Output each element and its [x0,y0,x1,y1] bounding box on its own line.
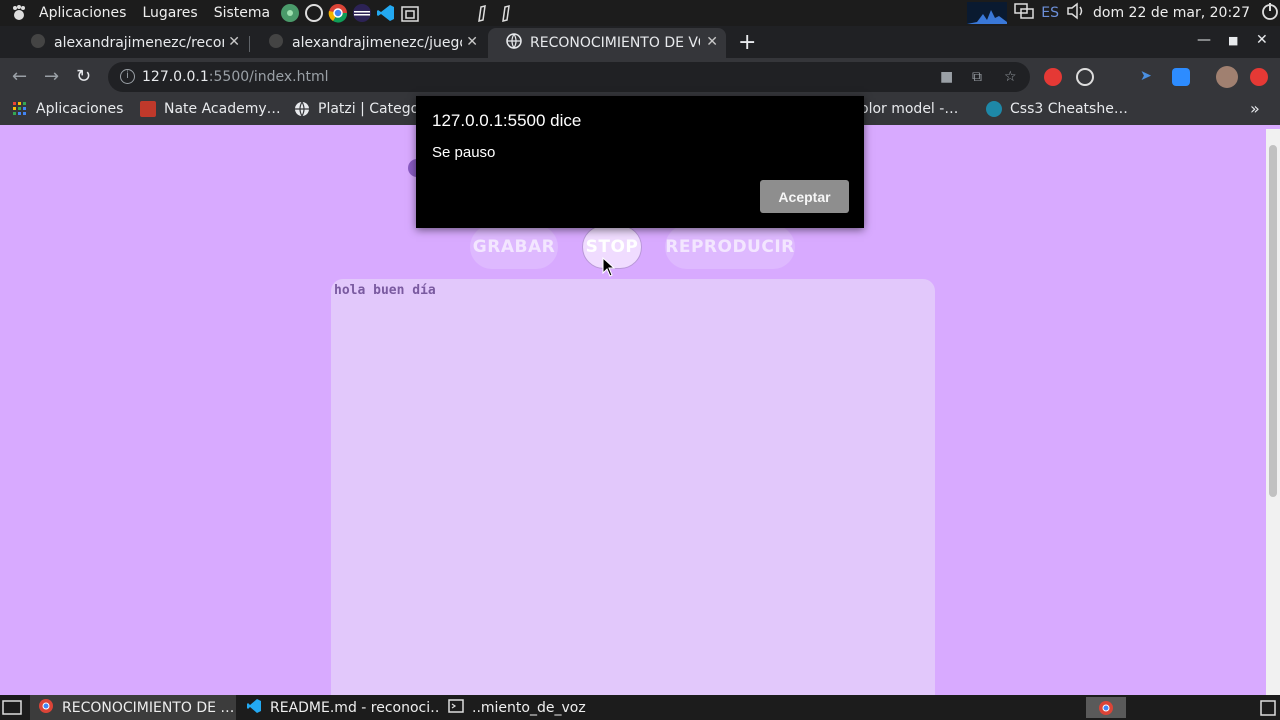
close-tab-icon[interactable]: ✕ [228,34,240,50]
alert-dialog: 127.0.0.1:5500 dice Se pauso Aceptar [416,96,864,228]
apps-grid-icon [12,101,28,117]
workspace-switcher[interactable] [1086,697,1126,718]
system-monitor-graph [967,2,1008,24]
reload-icon[interactable]: ↻ [76,66,91,87]
url-path: :5500/index.html [208,69,329,85]
minimize-icon[interactable]: — [1197,32,1211,48]
chrome-icon [38,698,54,718]
task-label: README.md - reconoci… [270,699,438,716]
camera-icon[interactable]: ■ [940,69,953,85]
chrome-icon[interactable] [327,2,349,24]
trash-icon[interactable] [1258,698,1278,720]
refresh-app-icon[interactable] [303,2,325,24]
close-window-icon[interactable]: ✕ [1256,32,1268,48]
network-icon[interactable] [1013,1,1035,25]
task-label: RECONOCIMIENTO DE … [62,699,235,716]
bookmark-label: olor model -… [860,101,959,117]
dialog-message: Se pauso [432,144,496,161]
task-label: ..miento_de_voz [472,699,586,716]
forward-icon[interactable]: → [44,66,59,87]
terminal-icon [448,698,464,718]
bookmark-label: Css3 Cheatshe… [1010,101,1128,117]
bookmark-platzi[interactable]: Platzi | Catego [294,101,420,118]
bookmark-color-model[interactable]: olor model -… [860,101,958,117]
menu-applications[interactable]: Aplicaciones [31,0,134,26]
tab-title: alexandrajimenezc/juego [292,35,462,51]
menu-system[interactable]: Sistema [206,0,278,26]
extension-target-icon[interactable] [1076,68,1094,86]
top-panel: Aplicaciones Lugares Sistema ES dom 22 d… [0,0,1280,26]
bookmark-nate-academy[interactable]: Nate Academy… [140,101,281,117]
gnome-foot-icon[interactable] [8,2,30,24]
bookmark-label: Aplicaciones [36,101,124,117]
css3-icon [986,101,1002,117]
atom-icon[interactable] [279,2,301,24]
accept-button[interactable]: Aceptar [760,180,849,213]
scrollbar-thumb[interactable] [1269,145,1277,497]
github-icon [30,33,46,53]
keyboard-layout-indicator[interactable]: ES [1041,5,1059,21]
dialog-title: 127.0.0.1:5500 dice [432,111,582,130]
bookmark-css3-cheatsheet[interactable]: Css3 Cheatshe… [986,101,1128,117]
url-host: 127.0.0.1 [142,69,209,85]
bookmarks-overflow-chevron-icon[interactable]: » [1250,99,1260,118]
translate-icon[interactable]: ⧉ [972,69,982,85]
chrome-icon [1099,700,1113,715]
eclipse-icon[interactable] [351,2,373,24]
tab-strip: alexandrajimenezc/recon ✕ alexandrajimen… [0,26,1280,58]
mouse-pointer-icon [602,257,616,277]
bottom-taskbar: RECONOCIMIENTO DE … README.md - reconoci… [0,695,1280,720]
maximize-icon[interactable]: ■ [1228,34,1238,47]
browser-toolbar: ← → ↻ i 127.0.0.1:5500/index.html ■ ⧉ ☆ … [0,58,1280,96]
pen-alt-icon[interactable] [496,2,518,24]
play-button[interactable]: REPRODUCIR [665,225,795,269]
address-bar[interactable]: i 127.0.0.1:5500/index.html ■ ⧉ ☆ [108,62,1030,92]
globe-icon [506,33,522,53]
tab-reconocimiento[interactable]: RECONOCIMIENTO DE VO ✕ [488,28,726,58]
vscode-icon [246,698,262,718]
nate-academy-icon [140,101,156,117]
bookmark-label: Nate Academy… [164,101,281,117]
extension-red-icon[interactable] [1044,68,1062,86]
tab-github-juego[interactable]: alexandrajimenezc/juego ✕ [250,28,486,58]
back-icon[interactable]: ← [12,66,27,87]
zoom-extension-icon[interactable] [1172,68,1190,86]
record-button[interactable]: GRABAR [470,225,558,269]
menu-places[interactable]: Lugares [134,0,205,26]
bookmark-label: Platzi | Catego [318,101,420,117]
page-scrollbar[interactable] [1266,129,1280,695]
avatar[interactable] [1216,66,1238,88]
clock[interactable]: dom 22 de mar, 20:27 [1093,5,1254,21]
power-icon[interactable] [1260,1,1280,25]
close-tab-icon[interactable]: ✕ [706,34,718,50]
task-vscode-readme[interactable]: README.md - reconoci… [238,695,438,720]
tab-title: RECONOCIMIENTO DE VO [530,35,700,51]
show-desktop-icon[interactable] [2,699,22,720]
extension-cursor-icon[interactable]: ➤ [1140,68,1158,86]
tab-github-recon[interactable]: alexandrajimenezc/recon ✕ [12,28,248,58]
volume-icon[interactable] [1065,1,1087,25]
bookmark-apps[interactable]: Aplicaciones [12,101,123,117]
globe-icon [294,101,310,118]
vscode-icon[interactable] [375,2,397,24]
github-icon [268,33,284,53]
task-terminal[interactable]: ..miento_de_voz [440,695,640,720]
pen-icon[interactable] [472,2,494,24]
new-tab-button[interactable]: + [738,30,756,55]
info-icon[interactable]: i [120,69,135,84]
update-icon[interactable] [1250,68,1268,86]
task-chrome-reconocimiento[interactable]: RECONOCIMIENTO DE … [30,695,236,720]
tab-title: alexandrajimenezc/recon [54,35,224,51]
close-tab-icon[interactable]: ✕ [466,34,478,50]
screenshot-icon[interactable] [399,2,421,24]
bookmark-star-icon[interactable]: ☆ [1004,69,1017,85]
transcript-textarea[interactable]: hola buen día [331,279,935,695]
workspace-empty[interactable] [1128,697,1252,718]
